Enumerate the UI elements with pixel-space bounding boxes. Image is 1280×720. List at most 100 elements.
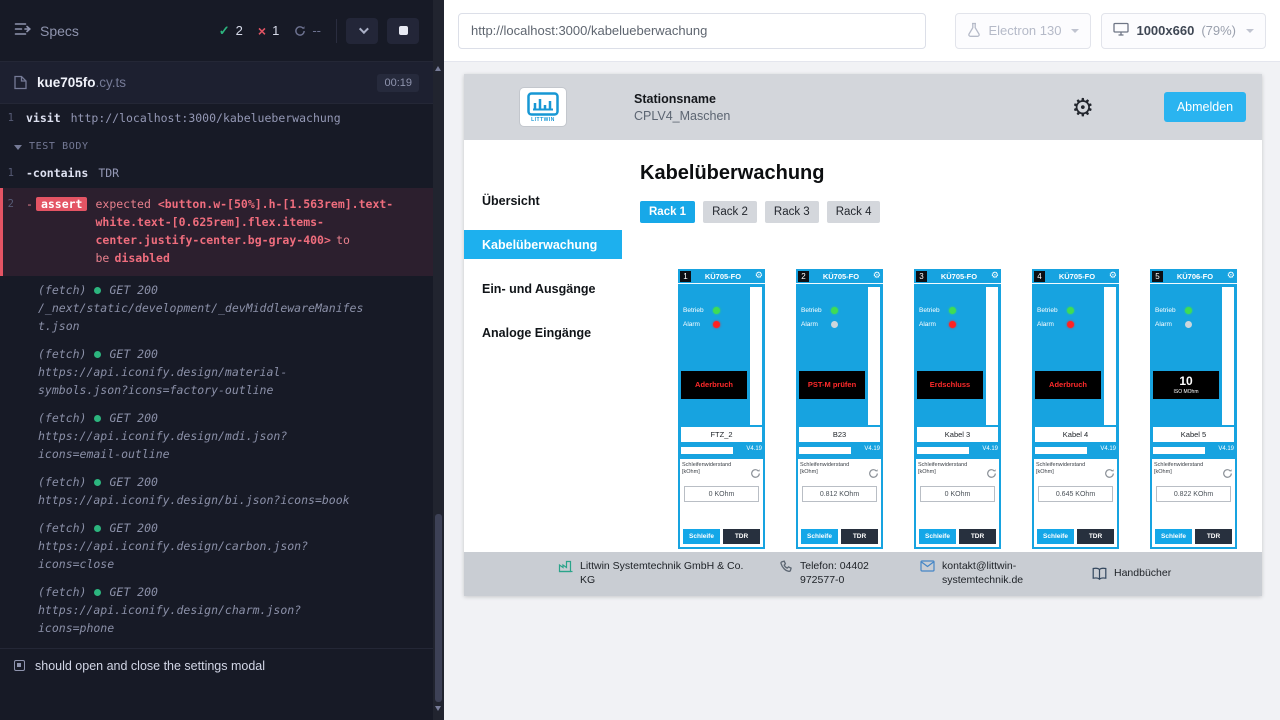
log-fetch-entry[interactable]: (fetch)GET 200 https://api.iconify.desig… [0,404,433,468]
fetch-status: GET 200 [109,473,157,491]
device-gear-icon[interactable]: ⚙ [991,272,999,281]
pending-stat: -- [294,23,321,38]
tdr-button[interactable]: TDR [1077,529,1114,544]
scrollbar-thumb[interactable] [435,514,442,702]
device-side-panel [1222,287,1234,425]
tab-rack-3[interactable]: Rack 3 [765,201,819,223]
settings-gear-icon[interactable]: ⚙ [1072,95,1094,120]
fetch-label: (fetch) [38,409,86,427]
log-fetch-entry[interactable]: (fetch)GET 200 https://api.iconify.desig… [0,468,433,514]
spec-duration: 00:19 [377,74,419,92]
refresh-icon[interactable] [1104,468,1115,479]
sidebar-item-kabelueberwachung[interactable]: Kabelüberwachung [464,230,622,259]
device-leds: Betrieb Alarm [801,307,838,335]
stop-tests-button[interactable] [387,18,419,44]
viewport-select[interactable]: 1000x660 (79%) [1101,13,1266,49]
browser-select[interactable]: Electron 130 [955,13,1091,49]
scroll-up-arrow-icon[interactable] [435,66,441,71]
sidebar-item-ein-und-ausgaenge[interactable]: Ein- und Ausgänge [464,274,622,303]
logout-button[interactable]: Abmelden [1164,92,1246,122]
display-strip [681,447,733,454]
device-card-5: 5 KÜ706-FO ⚙ Betrieb Alarm [1150,269,1237,549]
iso-value: 10 [1179,375,1192,387]
log-failed-assert[interactable]: 2 -assert expected <button.w-[50%].h-[1.… [0,188,433,276]
tdr-button[interactable]: TDR [1195,529,1232,544]
schleife-button[interactable]: Schleife [919,529,956,544]
log-visit-command[interactable]: 1 visit http://localhost:3000/kabelueber… [0,107,433,129]
cable-name: Kabel 3 [917,427,998,442]
spec-file-icon [14,75,27,90]
sidebar-item-analoge-eingaenge[interactable]: Analoge Eingänge [464,318,622,347]
log-fetch-entry[interactable]: (fetch)GET 200 https://api.iconify.desig… [0,578,433,642]
app-sidebar: Übersicht Kabelüberwachung Ein- und Ausg… [464,140,622,552]
status-ok-dot [94,589,101,596]
footer-manuals-link[interactable]: Handbücher [1092,567,1171,581]
next-test-row[interactable]: should open and close the settings modal [0,648,433,682]
device-leds: Betrieb Alarm [919,307,956,335]
chevron-down-icon [358,24,368,34]
footer-company: Littwin Systemtechnik GmbH & Co. KG [558,560,752,587]
device-leds: Betrieb Alarm [1037,307,1074,335]
status-display: Aderbruch [1035,371,1101,399]
device-gear-icon[interactable]: ⚙ [755,272,763,281]
specs-label: Specs [40,23,79,39]
station-label: Stationsname [634,92,730,106]
refresh-icon[interactable] [1222,468,1233,479]
betrieb-label: Betrieb [683,307,708,314]
device-gear-icon[interactable]: ⚙ [1109,272,1117,281]
tab-rack-1[interactable]: Rack 1 [640,201,695,223]
reporter-scrollbar[interactable] [433,0,444,720]
device-card-4: 4 KÜ705-FO ⚙ Betrieb Alarm Aderbruch [1032,269,1119,549]
manuals-label: Handbücher [1114,567,1171,581]
device-leds: Betrieb Alarm [683,307,720,335]
device-number-badge: 2 [798,271,809,282]
schleife-button[interactable]: Schleife [683,529,720,544]
status-display: Aderbruch [681,371,747,399]
schleife-button[interactable]: Schleife [801,529,838,544]
footer-email[interactable]: kontakt@littwin-systemtechnik.de [920,560,1064,587]
log-fetch-entry[interactable]: (fetch)GET 200 https://api.iconify.desig… [0,514,433,578]
fetch-url: https://api.iconify.design/bi.json?icons… [38,491,368,509]
phone-number: Telefon: 04402 972577-0 [800,560,892,587]
firmware-version: V4.19 [864,446,880,452]
tdr-button[interactable]: TDR [959,529,996,544]
device-side-panel [868,287,880,425]
tdr-button[interactable]: TDR [841,529,878,544]
company-name: Littwin Systemtechnik GmbH & Co. KG [580,560,752,587]
device-gear-icon[interactable]: ⚙ [873,272,881,281]
status-display: 10 ISO MOhm [1153,371,1219,399]
tdr-button[interactable]: TDR [723,529,760,544]
mail-icon [920,560,935,572]
cable-name: Kabel 5 [1153,427,1234,442]
collapse-all-button[interactable] [346,18,378,44]
passed-stat: ✓ 2 [219,23,243,39]
version-row: V4.19 [799,446,880,455]
spec-file-row[interactable]: kue705fo .cy.ts 00:19 [0,62,433,104]
log-fetch-entry[interactable]: (fetch)GET 200 /_next/static/development… [0,276,433,340]
status-display: Erdschluss [917,371,983,399]
section-chevron-icon [14,145,22,150]
tab-rack-4[interactable]: Rack 4 [827,201,881,223]
sidebar-item-uebersicht[interactable]: Übersicht [464,186,622,215]
card-buttons: Schleife TDR [919,529,996,544]
test-body-section-header[interactable]: TEST BODY [0,129,433,162]
url-input[interactable] [458,13,926,49]
scroll-down-arrow-icon[interactable] [435,706,441,711]
refresh-icon[interactable] [750,468,761,479]
refresh-icon[interactable] [986,468,997,479]
stop-icon [399,26,408,35]
device-side-panel [1104,287,1116,425]
refresh-icon[interactable] [868,468,879,479]
nested-dash: - [26,197,33,211]
log-contains-command[interactable]: 1 -contains TDR [0,162,433,184]
tab-rack-2[interactable]: Rack 2 [703,201,757,223]
device-title: KÜ706-FO [1165,272,1225,281]
log-fetch-entry[interactable]: (fetch)GET 200 https://api.iconify.desig… [0,340,433,404]
alarm-led [713,321,720,328]
test-state-icon [14,660,25,671]
device-gear-icon[interactable]: ⚙ [1227,272,1235,281]
schleife-button[interactable]: Schleife [1037,529,1074,544]
assert-message: expected <button.w-[50%].h-[1.563rem].te… [95,195,421,267]
schleife-button[interactable]: Schleife [1155,529,1192,544]
specs-toggle-button[interactable]: Specs [14,22,79,39]
